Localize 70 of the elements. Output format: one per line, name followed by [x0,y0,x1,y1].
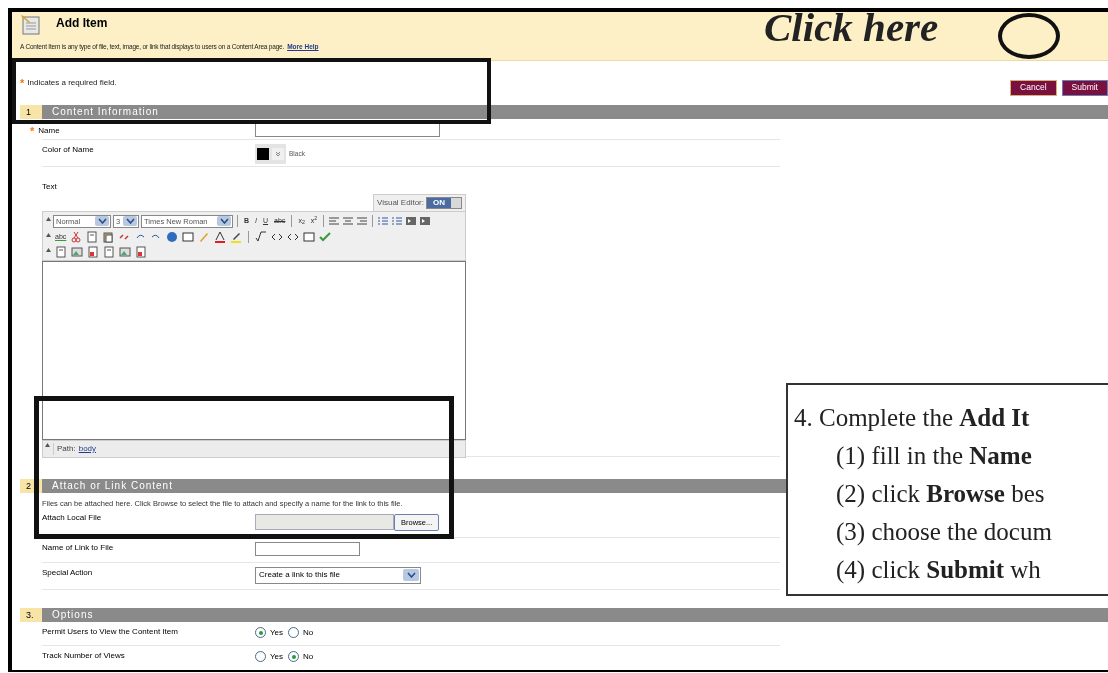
frame-icon[interactable] [182,230,195,243]
instruction-text: (1) fill in the Name [835,441,1033,472]
visual-editor-toggle[interactable]: ON [426,196,462,209]
page-icon[interactable] [103,245,115,258]
field-label: Name of Link to File [42,541,114,554]
radio-button[interactable] [255,627,266,639]
align-left-icon[interactable] [328,215,341,228]
radio-label: No [303,626,314,639]
required-asterisk: * [20,75,25,91]
collapse-arrow-icon[interactable] [46,247,51,252]
radio-button[interactable] [288,651,300,663]
path-label: Path: [53,442,76,455]
field-label: Color of Name [42,143,94,156]
dropdown-arrow-icon [403,569,419,582]
editor-text-area[interactable] [42,260,466,440]
image-icon[interactable] [71,245,83,258]
document-icon[interactable] [135,245,147,258]
align-center-icon[interactable] [342,215,355,228]
indent-icon[interactable] [405,215,418,228]
radio-label: Yes [270,626,284,639]
text-color-icon[interactable] [214,230,227,243]
section-header: Options [42,607,1108,622]
submit-button[interactable]: Submit [1061,79,1108,96]
radio-label: Yes [270,650,284,663]
document-icon[interactable] [87,245,99,258]
highlighter-icon[interactable] [230,230,243,243]
visual-editor-label: Visual Editor: [377,196,424,209]
required-asterisk: * [30,123,35,139]
color-picker[interactable] [255,143,286,164]
align-right-icon[interactable] [356,215,369,228]
special-action-select[interactable]: Create a link to this file [255,566,421,584]
field-label: Special Action [42,566,93,579]
annotation-circle [998,13,1060,59]
radio-button[interactable] [288,627,300,639]
instruction-text: (4) click Submit wh [835,555,1042,586]
notepad-pencil-icon [20,13,42,35]
page-title: Add Item [56,15,108,32]
indent-icon[interactable] [419,215,432,228]
dropdown-arrow-icon [123,216,137,227]
instruction-text: (3) choose the docum [835,517,1053,548]
collapse-arrow-icon[interactable] [45,442,50,447]
collapse-arrow-icon[interactable] [46,216,51,221]
file-path-field[interactable] [255,514,394,531]
instruction-text: 4. Complete the Add It [794,403,1031,433]
square-root-icon[interactable] [255,230,268,243]
dropdown-arrow-icon [95,216,109,227]
required-note: Indicates a required field. [27,76,117,89]
section-number: 1 [20,104,42,119]
page-icon[interactable] [55,245,67,258]
image-icon[interactable] [119,245,131,258]
collapse-arrow-icon[interactable] [46,232,51,237]
radio-button[interactable] [255,651,266,663]
clipboard-icon[interactable] [102,230,115,243]
dropdown-arrow-icon [217,216,231,227]
checkmark-icon[interactable] [319,230,332,243]
field-label: Text [42,181,57,191]
scissors-icon[interactable] [70,230,83,243]
frame-icon[interactable] [303,230,316,243]
click-here-annotation: Click here [764,3,939,52]
section-number: 3. [20,607,42,622]
field-label: Permit Users to View the Content Item [42,625,178,638]
field-label: Name [38,125,60,138]
radio-label: No [303,650,314,663]
field-label: Attach Local File [42,511,102,524]
link-name-field[interactable] [255,541,360,556]
path-link[interactable]: body [78,442,97,455]
section-header: Content Information [42,104,1108,119]
field-label: Track Number of Views [42,649,125,662]
page-icon[interactable] [86,230,99,243]
cancel-button[interactable]: Cancel [1010,79,1057,96]
